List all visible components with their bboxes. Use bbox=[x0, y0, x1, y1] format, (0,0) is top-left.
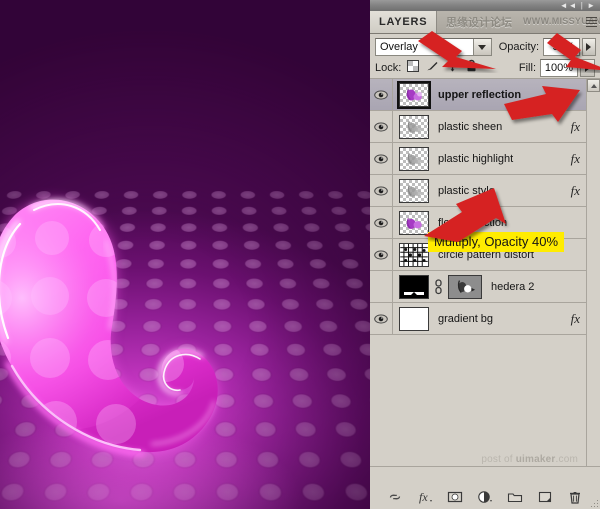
layer-list[interactable]: upper reflection bbox=[370, 79, 600, 467]
layer-visibility-toggle[interactable] bbox=[370, 207, 393, 238]
screenshot-root: ◄◄ | ► LAYERS 思缘设计论坛 WWW.MISSYUAN.COM Ov… bbox=[0, 0, 600, 509]
layer-thumbnail[interactable] bbox=[399, 275, 429, 299]
gradient-map-slider-icon bbox=[403, 291, 425, 296]
opacity-stepper[interactable] bbox=[582, 38, 596, 56]
new-layer-icon[interactable] bbox=[537, 489, 553, 505]
layer-visibility-toggle[interactable] bbox=[370, 303, 393, 334]
layer-visibility-toggle[interactable] bbox=[370, 175, 393, 206]
panel-titlebar[interactable]: ◄◄ | ► bbox=[370, 0, 600, 11]
layers-panel: ◄◄ | ► LAYERS 思缘设计论坛 WWW.MISSYUAN.COM Ov… bbox=[370, 0, 600, 509]
pattern-thumbnail bbox=[400, 244, 428, 266]
table-row[interactable]: gradient bg fx bbox=[370, 303, 600, 335]
lock-transparency-icon[interactable] bbox=[407, 59, 419, 77]
blend-mode-row: Overlay Opacity: 50% bbox=[370, 34, 600, 58]
layer-effects-icon[interactable]: fx bbox=[571, 183, 580, 199]
scroll-up-button[interactable] bbox=[587, 79, 600, 92]
lock-position-icon[interactable] bbox=[446, 59, 459, 77]
table-row[interactable]: upper reflection bbox=[370, 79, 600, 111]
layer-effects-icon[interactable]: fx bbox=[571, 119, 580, 135]
layer-thumbnail[interactable] bbox=[399, 211, 429, 235]
tab-layers-label: LAYERS bbox=[379, 16, 427, 28]
svg-text:fx: fx bbox=[419, 490, 428, 504]
chevron-down-icon[interactable] bbox=[473, 39, 491, 55]
tab-layers[interactable]: LAYERS bbox=[370, 11, 437, 33]
footer-watermark-suffix: .com bbox=[556, 454, 578, 465]
layer-name: hedera 2 bbox=[491, 281, 534, 293]
new-adjustment-layer-icon[interactable] bbox=[477, 489, 493, 505]
artwork-canvas[interactable] bbox=[0, 0, 370, 509]
panel-tabbar: LAYERS 思缘设计论坛 WWW.MISSYUAN.COM bbox=[370, 11, 600, 34]
layer-visibility-toggle[interactable] bbox=[370, 79, 393, 110]
layer-name: upper reflection bbox=[438, 89, 521, 101]
new-group-icon[interactable] bbox=[507, 489, 523, 505]
layer-name: plastic sheen bbox=[438, 121, 502, 133]
fill-input[interactable]: 100% bbox=[540, 59, 578, 77]
fill-stepper[interactable] bbox=[580, 59, 595, 77]
layer-name: floor reflection bbox=[438, 217, 507, 229]
layer-thumbnail[interactable] bbox=[399, 147, 429, 171]
footer-watermark: post of uimaker.com bbox=[481, 454, 578, 465]
layer-name: plastic highlight bbox=[438, 153, 513, 165]
layer-thumbnail[interactable] bbox=[399, 83, 429, 107]
link-layers-icon[interactable] bbox=[387, 489, 403, 505]
layer-list-scrollbar[interactable] bbox=[586, 79, 600, 467]
opacity-label: Opacity: bbox=[499, 41, 539, 53]
fill-value: 100% bbox=[545, 62, 573, 74]
eye-icon bbox=[374, 218, 388, 228]
footer-watermark-brand: uimaker bbox=[516, 454, 556, 465]
add-layer-mask-icon[interactable] bbox=[447, 489, 463, 505]
layer-name: plastic style bbox=[438, 185, 495, 197]
fill-label: Fill: bbox=[519, 62, 536, 74]
blend-mode-value: Overlay bbox=[380, 41, 473, 53]
annotation-note: Multiply, Opacity 40% bbox=[428, 232, 564, 252]
table-row[interactable]: plastic sheen fx bbox=[370, 111, 600, 143]
layer-thumbnail[interactable] bbox=[399, 243, 429, 267]
eye-icon bbox=[374, 122, 388, 132]
table-row[interactable]: plastic style fx bbox=[370, 175, 600, 207]
lock-label: Lock: bbox=[375, 62, 401, 74]
lock-image-icon[interactable] bbox=[426, 59, 439, 77]
eye-icon bbox=[374, 314, 388, 324]
lock-row: Lock: bbox=[370, 58, 600, 79]
layer-mask-thumbnail[interactable] bbox=[448, 275, 482, 299]
collapse-panel-icon[interactable]: ◄◄ | ► bbox=[560, 1, 596, 10]
eye-icon bbox=[374, 90, 388, 100]
table-row[interactable]: hedera 2 bbox=[370, 271, 600, 303]
delete-layer-icon[interactable] bbox=[567, 489, 583, 505]
eye-icon bbox=[374, 250, 388, 260]
eye-icon bbox=[374, 154, 388, 164]
layer-thumbnail[interactable] bbox=[399, 179, 429, 203]
watermark-chinese: 思缘设计论坛 bbox=[446, 14, 512, 30]
opacity-input[interactable]: 50% bbox=[543, 38, 580, 56]
panel-menu-icon[interactable] bbox=[586, 17, 597, 27]
heart-swirl-shape bbox=[0, 150, 296, 480]
eye-icon bbox=[374, 186, 388, 196]
layer-visibility-toggle[interactable] bbox=[370, 271, 393, 302]
footer-watermark-prefix: post of bbox=[481, 454, 515, 465]
panel-footer-toolbar: fx bbox=[370, 489, 600, 505]
layer-visibility-toggle[interactable] bbox=[370, 239, 393, 270]
layer-thumbnail[interactable] bbox=[399, 307, 429, 331]
layer-name: gradient bg bbox=[438, 313, 493, 325]
layer-thumbnail[interactable] bbox=[399, 115, 429, 139]
link-icon[interactable] bbox=[434, 279, 443, 295]
resize-grip[interactable] bbox=[591, 500, 598, 507]
layer-visibility-toggle[interactable] bbox=[370, 111, 393, 142]
layer-visibility-toggle[interactable] bbox=[370, 143, 393, 174]
blend-mode-select[interactable]: Overlay bbox=[375, 38, 492, 56]
layer-effects-icon[interactable]: fx bbox=[571, 151, 580, 167]
opacity-value: 50% bbox=[553, 41, 575, 53]
add-layer-style-icon[interactable]: fx bbox=[417, 489, 433, 505]
layer-effects-icon[interactable]: fx bbox=[571, 311, 580, 327]
table-row[interactable]: plastic highlight fx bbox=[370, 143, 600, 175]
lock-all-icon[interactable] bbox=[466, 59, 477, 77]
panel-footer: post of uimaker.com fx bbox=[370, 466, 600, 509]
